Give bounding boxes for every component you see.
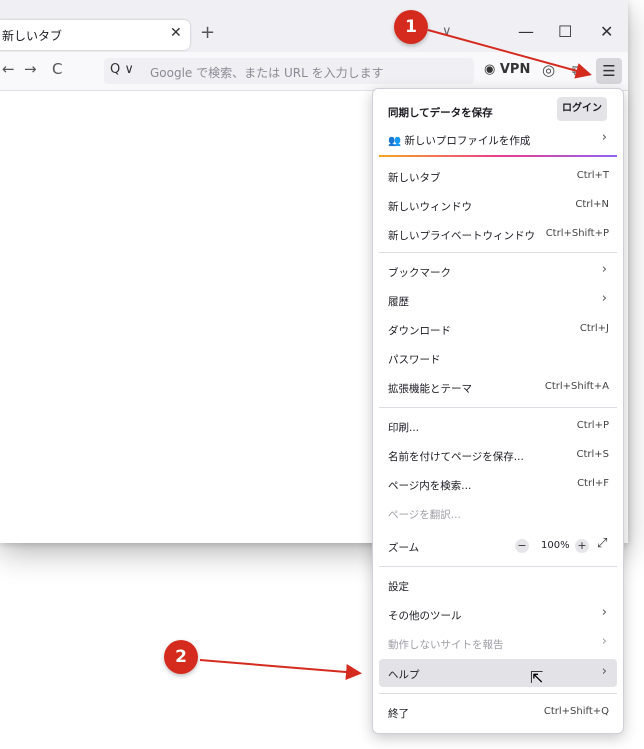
annotation-arrow-1	[427, 29, 592, 79]
annotation-badge-1: 1	[394, 10, 428, 44]
annotation-badge-2: 2	[164, 640, 198, 674]
annotation-arrows	[199, 29, 592, 680]
annotation-arrow-2	[199, 659, 362, 680]
